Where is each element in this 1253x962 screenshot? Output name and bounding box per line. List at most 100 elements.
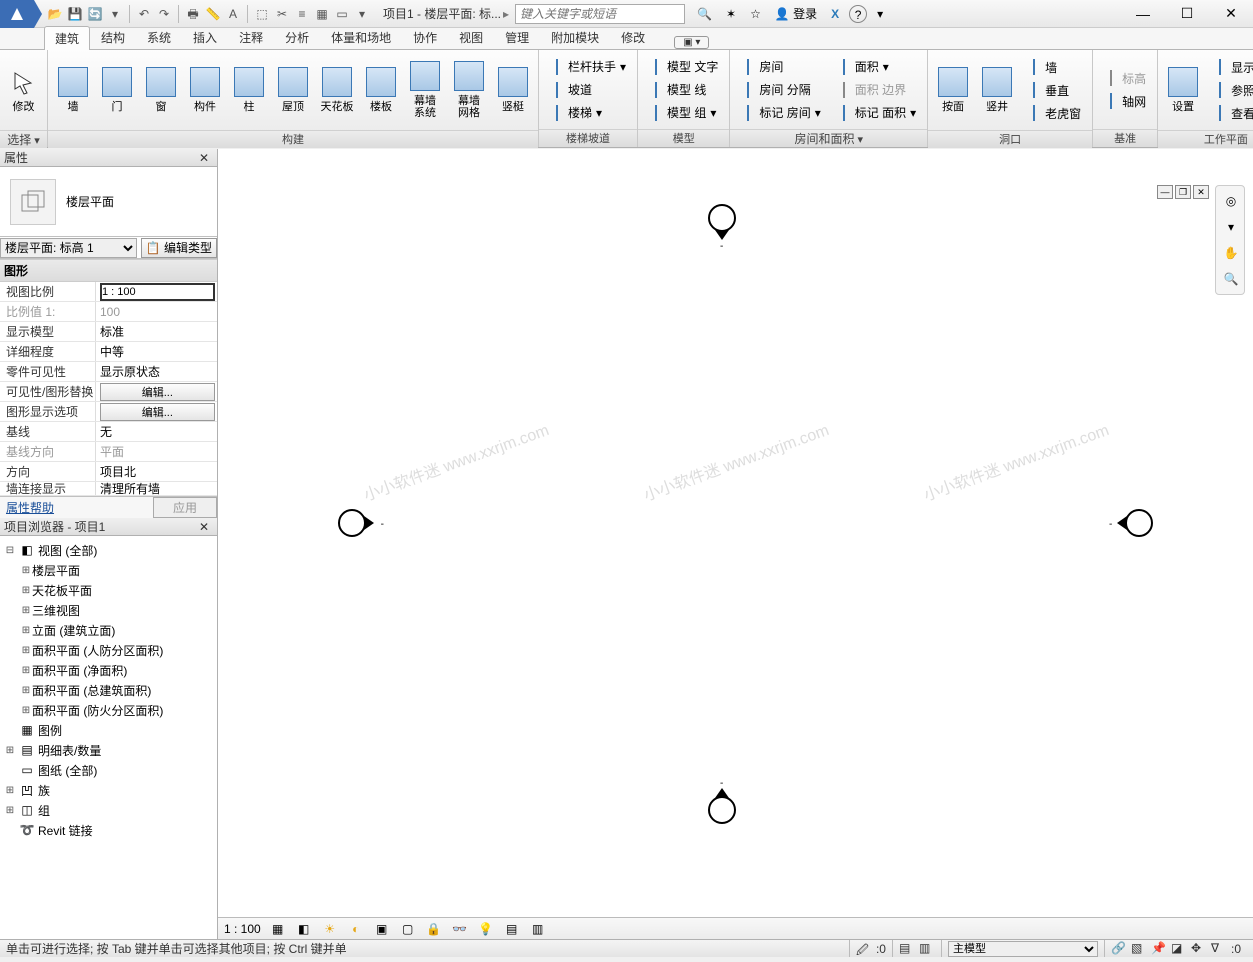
floor-button[interactable]: 楼板 bbox=[360, 52, 402, 128]
drag-elements-icon[interactable]: ✥ bbox=[1191, 941, 1207, 957]
ribbon-expand-button[interactable]: ▣ ▾ bbox=[674, 36, 709, 49]
model-group-button[interactable]: 模型 组 ▾ bbox=[642, 102, 725, 124]
orientation-value[interactable]: 项目北 bbox=[96, 463, 217, 480]
stair-button[interactable]: 楼梯 ▾ bbox=[543, 102, 633, 124]
modify-button[interactable]: 修改 bbox=[4, 52, 43, 128]
tree-node[interactable]: ⊞天花板平面 bbox=[2, 580, 215, 600]
tab-view[interactable]: 视图 bbox=[448, 25, 494, 49]
filter-count-icon[interactable]: ∇ bbox=[1211, 941, 1227, 957]
tree-node[interactable]: ⊞立面 (建筑立面) bbox=[2, 620, 215, 640]
by-face-button[interactable]: 按面 bbox=[932, 52, 974, 128]
parts-visibility-value[interactable]: 显示原状态 bbox=[96, 363, 217, 380]
opening-wall-button[interactable]: 墙 bbox=[1020, 56, 1088, 78]
zoom-icon[interactable]: 🔍 bbox=[1220, 268, 1242, 290]
graphic-options-button[interactable]: 编辑... bbox=[100, 403, 215, 421]
tree-node[interactable]: ⊞面积平面 (净面积) bbox=[2, 660, 215, 680]
tree-node[interactable]: ⊞面积平面 (防火分区面积) bbox=[2, 700, 215, 720]
model-line-button[interactable]: 模型 线 bbox=[642, 79, 725, 101]
analytical-model-icon[interactable]: ▥ bbox=[529, 920, 547, 938]
tree-node-groups[interactable]: ⊞◫组 bbox=[2, 800, 215, 820]
grid-button[interactable]: 轴网 bbox=[1097, 90, 1153, 112]
tab-collaborate[interactable]: 协作 bbox=[402, 25, 448, 49]
instance-selector[interactable]: 楼层平面: 标高 1 bbox=[0, 238, 137, 258]
visual-style-icon[interactable]: ◧ bbox=[295, 920, 313, 938]
project-browser-tree[interactable]: ⊟◧视图 (全部) ⊞楼层平面 ⊞天花板平面 ⊞三维视图 ⊞立面 (建筑立面) … bbox=[0, 536, 217, 939]
customize-dropdown-icon[interactable]: ▾ bbox=[353, 5, 371, 23]
tab-modify[interactable]: 修改 bbox=[610, 25, 656, 49]
select-links-icon[interactable]: 🔗 bbox=[1111, 941, 1127, 957]
area-boundary-button[interactable]: 面积 边界 bbox=[830, 79, 923, 101]
save-icon[interactable]: 💾 bbox=[66, 5, 84, 23]
tree-node-legends[interactable]: ▦图例 bbox=[2, 720, 215, 740]
lock-3d-icon[interactable]: 🔒 bbox=[425, 920, 443, 938]
3d-icon[interactable]: ⬚ bbox=[253, 5, 271, 23]
editable-only-icon[interactable]: ▥ bbox=[919, 941, 935, 957]
tree-node-families[interactable]: ⊞凹族 bbox=[2, 780, 215, 800]
wall-button[interactable]: 墙 bbox=[52, 52, 94, 128]
help-dropdown-icon[interactable]: ▾ bbox=[873, 5, 887, 23]
text-icon[interactable]: A bbox=[224, 5, 242, 23]
help-search-input[interactable] bbox=[515, 4, 685, 24]
nav-dropdown-icon[interactable]: ▾ bbox=[1220, 216, 1242, 238]
room-button[interactable]: 房间 bbox=[734, 56, 827, 78]
dormer-button[interactable]: 老虎窗 bbox=[1020, 102, 1088, 124]
switch-window-icon[interactable]: ▭ bbox=[333, 5, 351, 23]
tree-node-views[interactable]: ⊟◧视图 (全部) bbox=[2, 540, 215, 560]
select-pinned-icon[interactable]: 📌 bbox=[1151, 941, 1167, 957]
drawing-canvas[interactable]: — ❐ ✕ ◎ ▾ ✋ 🔍 - - - - 小小软件迷 www.xxrjm.co… bbox=[218, 149, 1253, 939]
reveal-hidden-icon[interactable]: 💡 bbox=[477, 920, 495, 938]
shaft-button[interactable]: 竖井 bbox=[976, 52, 1018, 128]
elevation-marker-west[interactable]: - bbox=[338, 509, 366, 537]
tab-insert[interactable]: 插入 bbox=[182, 25, 228, 49]
keys-icon[interactable]: ✶ bbox=[722, 5, 740, 23]
show-workplane-button[interactable]: 显示 bbox=[1206, 56, 1253, 78]
view-close-button[interactable]: ✕ bbox=[1193, 185, 1209, 199]
filter-icon[interactable]: ▤ bbox=[899, 941, 915, 957]
ceiling-button[interactable]: 天花板 bbox=[316, 52, 358, 128]
sync-icon[interactable]: 🔄 bbox=[86, 5, 104, 23]
login-button[interactable]: 👤 登录 bbox=[771, 3, 821, 24]
print-icon[interactable]: 🖶 bbox=[184, 5, 202, 23]
column-button[interactable]: 柱 bbox=[228, 52, 270, 128]
tree-node-sheets[interactable]: ▭图纸 (全部) bbox=[2, 760, 215, 780]
design-option-select[interactable]: 主模型 bbox=[948, 941, 1098, 957]
apply-button[interactable]: 应用 bbox=[153, 497, 217, 518]
type-selector[interactable]: 楼层平面 bbox=[0, 167, 217, 237]
display-model-value[interactable]: 标准 bbox=[96, 323, 217, 340]
tab-massing[interactable]: 体量和场地 bbox=[320, 25, 402, 49]
pan-icon[interactable]: ✋ bbox=[1220, 242, 1242, 264]
mullion-button[interactable]: 竖梃 bbox=[492, 52, 534, 128]
tab-annotate[interactable]: 注释 bbox=[228, 25, 274, 49]
temp-hide-icon[interactable]: 👓 bbox=[451, 920, 469, 938]
tree-node[interactable]: ⊞面积平面 (人防分区面积) bbox=[2, 640, 215, 660]
tab-analyze[interactable]: 分析 bbox=[274, 25, 320, 49]
select-face-icon[interactable]: ◪ bbox=[1171, 941, 1187, 957]
tab-architecture[interactable]: 建筑 bbox=[44, 26, 90, 50]
curtain-grid-button[interactable]: 幕墙 网格 bbox=[448, 52, 490, 128]
maximize-button[interactable]: ☐ bbox=[1165, 0, 1209, 28]
component-button[interactable]: 构件 bbox=[184, 52, 226, 128]
scale-button[interactable]: 1 : 100 bbox=[224, 922, 261, 936]
ramp-button[interactable]: 坡道 bbox=[543, 79, 633, 101]
viewer-button[interactable]: 查看器 bbox=[1206, 102, 1253, 124]
close-button[interactable]: ✕ bbox=[1209, 0, 1253, 28]
curtain-system-button[interactable]: 幕墙 系统 bbox=[404, 52, 446, 128]
thin-lines-icon[interactable]: ≡ bbox=[293, 5, 311, 23]
ref-plane-button[interactable]: 参照 平面 bbox=[1206, 79, 1253, 101]
tree-node[interactable]: ⊞楼层平面 bbox=[2, 560, 215, 580]
dropdown-icon[interactable]: ▾ bbox=[106, 5, 124, 23]
roof-button[interactable]: 屋顶 bbox=[272, 52, 314, 128]
select-underlay-icon[interactable]: ▧ bbox=[1131, 941, 1147, 957]
view-restore-button[interactable]: ❐ bbox=[1175, 185, 1191, 199]
exchange-icon[interactable]: X bbox=[827, 5, 843, 23]
worksharing-display-icon[interactable]: ▤ bbox=[503, 920, 521, 938]
elevation-marker-east[interactable]: - bbox=[1125, 509, 1153, 537]
view-scale-input[interactable] bbox=[100, 283, 215, 301]
edit-type-button[interactable]: 📋 编辑类型 bbox=[141, 238, 217, 258]
tree-node-schedules[interactable]: ⊞▤明细表/数量 bbox=[2, 740, 215, 760]
tab-addins[interactable]: 附加模块 bbox=[540, 25, 610, 49]
window-button[interactable]: 窗 bbox=[140, 52, 182, 128]
detail-level-icon[interactable]: ▦ bbox=[269, 920, 287, 938]
room-separator-button[interactable]: 房间 分隔 bbox=[734, 79, 827, 101]
close-icon[interactable]: ✕ bbox=[195, 520, 213, 534]
